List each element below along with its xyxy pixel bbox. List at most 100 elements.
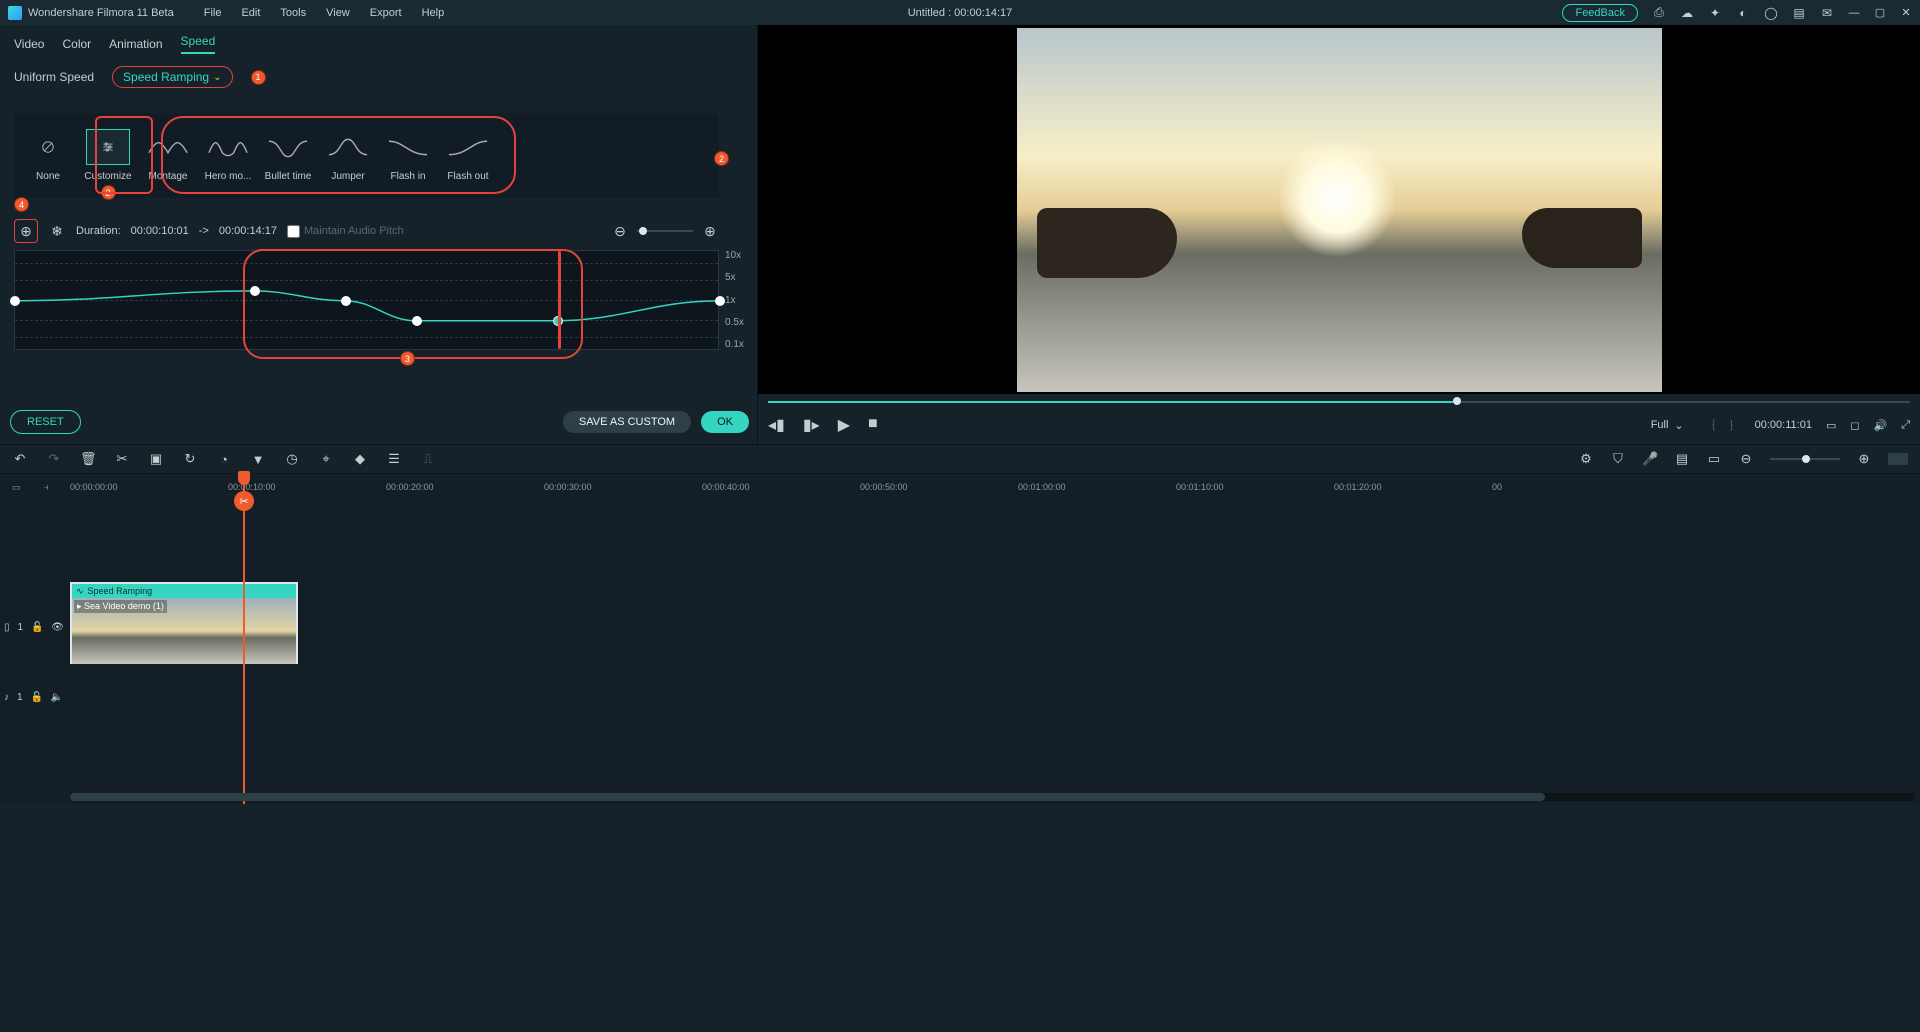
display-icon[interactable]: ▭ [1826, 419, 1836, 432]
duration-icon[interactable]: ◷ [284, 451, 300, 467]
play-button[interactable]: ▶ [838, 415, 850, 435]
menu-help[interactable]: Help [422, 7, 445, 19]
shield-icon[interactable]: ⛉ [1610, 451, 1626, 467]
timeline-playhead[interactable]: ✂ [243, 474, 245, 804]
next-frame-button[interactable]: ▮▸ [803, 415, 820, 435]
mark-out-icon[interactable]: ｝ [1730, 417, 1741, 433]
fullscreen-icon[interactable]: ⤢ [1901, 419, 1910, 432]
speed-keyframe[interactable] [715, 296, 725, 306]
lock-icon[interactable]: 🔓 [31, 622, 43, 633]
project-icon[interactable]: ▤ [1792, 6, 1806, 20]
speed-keyframe[interactable] [10, 296, 20, 306]
save-icon[interactable]: ⎙ [1652, 6, 1666, 20]
freeze-frame-icon[interactable]: ❄ [48, 222, 66, 240]
subtab-uniform-speed[interactable]: Uniform Speed [14, 70, 94, 84]
delete-icon[interactable]: 🗑 [80, 451, 96, 467]
mark-in-icon[interactable]: ｛ [1705, 417, 1716, 433]
crop-icon[interactable]: ▣ [148, 451, 164, 467]
mini-scroll-icon[interactable] [1888, 453, 1908, 465]
preset-customize[interactable]: Customize 2 [78, 129, 138, 182]
mic-icon[interactable]: 🎤 [1642, 451, 1658, 467]
menu-edit[interactable]: Edit [241, 7, 260, 19]
seek-bar[interactable] [768, 400, 1910, 404]
audio-icon[interactable]: ⎍ [420, 451, 436, 467]
timeline-zoom-out-icon[interactable]: ⊖ [1738, 451, 1754, 467]
ruler-label: 00:00:50:00 [860, 482, 908, 492]
mute-icon[interactable]: 🔈 [51, 692, 63, 703]
preset-montage[interactable]: Montage [138, 129, 198, 182]
speed-keyframe[interactable] [250, 286, 260, 296]
redo-icon[interactable]: ↷ [46, 451, 62, 467]
window-close-button[interactable]: ✕ [1900, 6, 1912, 19]
speed2-icon[interactable]: ◔ [216, 452, 232, 467]
support-icon[interactable]: ◐ [1736, 6, 1750, 20]
layout-icon[interactable]: ▭ [1706, 451, 1722, 467]
save-as-custom-button[interactable]: SAVE AS CUSTOM [563, 411, 691, 433]
keyframe-icon[interactable]: ◆ [352, 451, 368, 467]
maintain-audio-pitch-checkbox[interactable] [287, 225, 300, 238]
timeline[interactable]: ▭ ⫞ 00:00:00:00 00:00:10:00 00:00:20:00 … [0, 474, 1920, 804]
playhead-split-icon[interactable]: ✂ [234, 491, 254, 511]
mixer-icon[interactable]: ▤ [1674, 451, 1690, 467]
window-maximize-button[interactable]: ▢ [1874, 6, 1886, 19]
preview-quality-dropdown[interactable]: Full ⌄ [1644, 416, 1691, 435]
graph-zoom-slider[interactable] [637, 230, 693, 232]
menu-export[interactable]: Export [370, 7, 402, 19]
magnet-icon[interactable]: ⫞ [44, 482, 49, 493]
speed-keyframe[interactable] [412, 316, 422, 326]
timeline-ruler[interactable]: ▭ ⫞ 00:00:00:00 00:00:10:00 00:00:20:00 … [0, 474, 1920, 500]
render-icon[interactable]: ⚙ [1578, 451, 1594, 467]
undo-icon[interactable]: ↶ [12, 451, 28, 467]
timeline-clip[interactable]: ∿ Speed Ramping ▸ Sea Video demo (1) [70, 582, 298, 664]
reset-button[interactable]: RESET [10, 410, 81, 434]
ruler-label: 00:01:10:00 [1176, 482, 1224, 492]
preset-jumper[interactable]: Jumper [318, 129, 378, 182]
split-icon[interactable]: ✂ [114, 451, 130, 467]
track-type-icon: ▯ [4, 622, 10, 633]
preset-none[interactable]: None [18, 129, 78, 182]
graph-toolbar: 4 ⊕ ❄ Duration: 00:00:10:01 -> 00:00:14:… [14, 216, 753, 246]
zoom-out-icon[interactable]: ⊖ [611, 222, 629, 240]
add-keyframe-icon[interactable]: ⊕ [17, 222, 35, 240]
filters-icon[interactable]: ☰ [386, 451, 402, 467]
zoom-in-icon[interactable]: ⊕ [701, 222, 719, 240]
snapshot-icon[interactable]: ◻ [1850, 419, 1859, 432]
volume-icon[interactable]: 🔊 [1873, 419, 1887, 432]
preset-label: Jumper [331, 171, 364, 182]
feedback-button[interactable]: FeedBack [1562, 4, 1638, 22]
cloud-icon[interactable]: ☁ [1680, 6, 1694, 20]
tab-animation[interactable]: Animation [109, 37, 162, 51]
ok-button[interactable]: OK [701, 411, 749, 433]
preset-hero-moment[interactable]: Hero mo... [198, 129, 258, 182]
subtab-speed-ramping[interactable]: Speed Ramping ⌄ [112, 66, 232, 88]
tab-speed[interactable]: Speed [181, 34, 216, 54]
track-header-icon[interactable]: ▭ [12, 482, 21, 493]
stop-button[interactable]: ■ [868, 415, 878, 435]
marker-icon[interactable]: ▼ [250, 452, 266, 467]
preset-bullet-time[interactable]: Bullet time [258, 129, 318, 182]
account-icon[interactable]: ◯ [1764, 6, 1778, 20]
duration-label: Duration: [76, 225, 121, 237]
speed-icon[interactable]: ↻ [182, 451, 198, 467]
menu-tools[interactable]: Tools [280, 7, 306, 19]
prev-frame-button[interactable]: ◂▮ [768, 415, 785, 435]
timeline-scrollbar[interactable] [70, 793, 1914, 801]
lock-icon[interactable]: 🔓 [31, 692, 43, 703]
target-icon[interactable]: ⌖ [318, 451, 334, 467]
maintain-audio-pitch-toggle[interactable]: Maintain Audio Pitch [287, 225, 404, 238]
preset-flash-out[interactable]: Flash out [438, 129, 498, 182]
tab-color[interactable]: Color [62, 37, 91, 51]
mail-icon[interactable]: ✉ [1820, 6, 1834, 20]
tab-video[interactable]: Video [14, 37, 44, 51]
visibility-icon[interactable]: 👁 [51, 622, 63, 633]
menu-view[interactable]: View [326, 7, 350, 19]
graph-playhead[interactable] [558, 251, 561, 349]
effects-icon[interactable]: ✦ [1708, 6, 1722, 20]
menu-file[interactable]: File [204, 7, 222, 19]
ruler-label: 00:01:00:00 [1018, 482, 1066, 492]
timeline-zoom-slider[interactable] [1770, 458, 1840, 460]
timeline-zoom-in-icon[interactable]: ⊕ [1856, 451, 1872, 467]
window-minimize-button[interactable]: — [1848, 7, 1860, 19]
speed-graph[interactable]: 10x 5x 1x 0.5x 0.1x 3 [14, 250, 753, 350]
preset-flash-in[interactable]: Flash in [378, 129, 438, 182]
